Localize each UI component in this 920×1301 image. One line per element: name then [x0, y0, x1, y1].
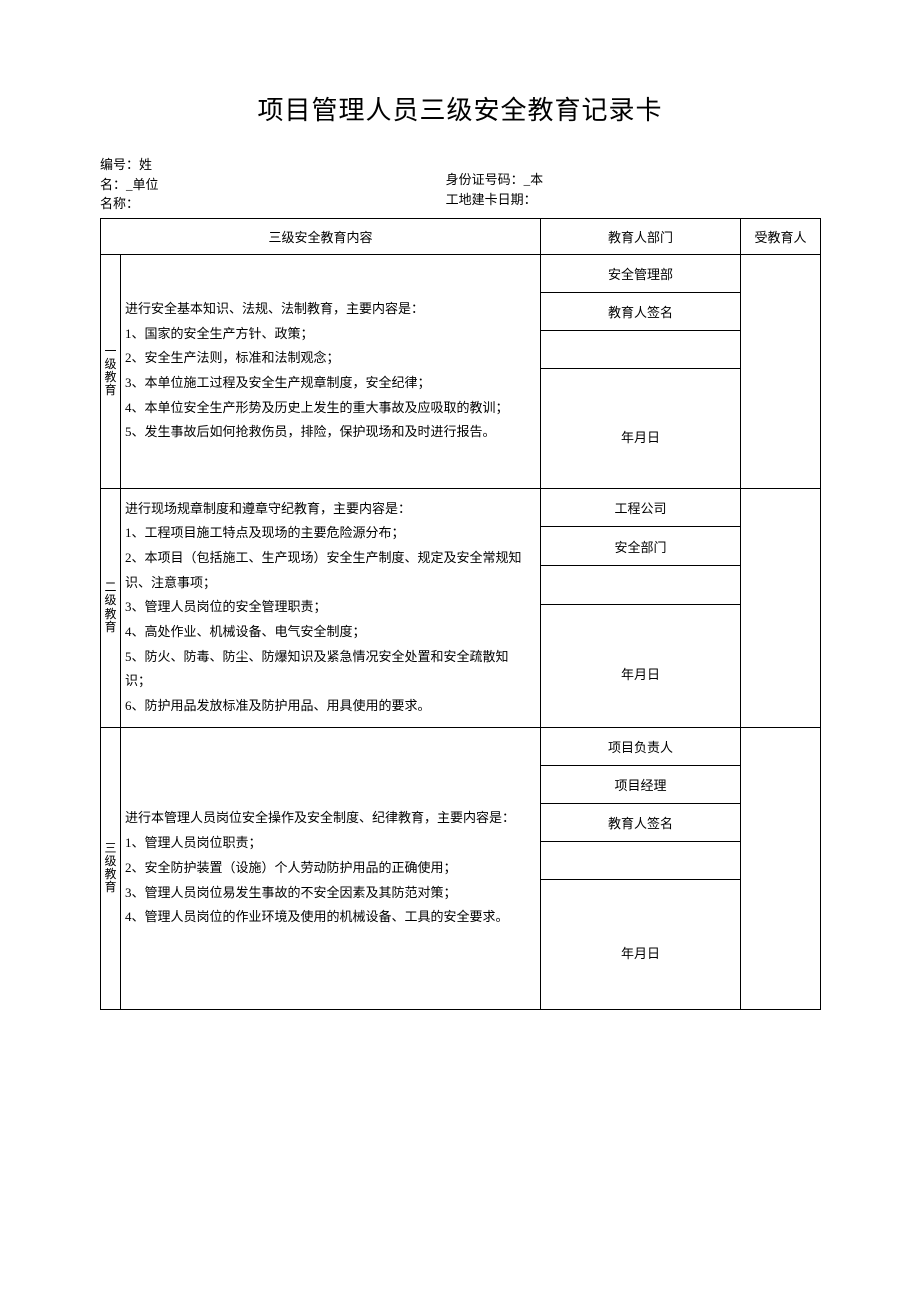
person-cell: [741, 727, 821, 1009]
dept-cell: 项目负责人: [541, 727, 741, 765]
date-cell: 年月日: [541, 368, 741, 488]
person-cell: [741, 488, 821, 727]
header-content: 三级安全教育内容: [101, 218, 541, 254]
level2-content: 进行现场规章制度和遵章守纪教育，主要内容是： 1、工程项目施工特点及现场的主要危…: [121, 488, 541, 727]
page-title: 项目管理人员三级安全教育记录卡: [100, 90, 820, 127]
dept-cell: [541, 841, 741, 879]
dept-cell: 安全管理部: [541, 254, 741, 292]
table-header-row: 三级安全教育内容 教育人部门 受教育人: [101, 218, 821, 254]
date-cell: 年月日: [541, 604, 741, 727]
person-cell: [741, 254, 821, 488]
dept-cell: 安全部门: [541, 527, 741, 566]
level3-label: 三级教育: [101, 727, 121, 1009]
table-row: 一级教育 进行安全基本知识、法规、法制教育，主要内容是： 1、国家的安全生产方针…: [101, 254, 821, 292]
level2-label: 二级教育: [101, 488, 121, 727]
meta-line: 名：_单位: [100, 175, 446, 195]
record-table: 三级安全教育内容 教育人部门 受教育人 一级教育 进行安全基本知识、法规、法制教…: [100, 218, 821, 1010]
header-dept: 教育人部门: [541, 218, 741, 254]
meta-line: 名称：: [100, 194, 446, 214]
dept-cell: [541, 330, 741, 368]
meta-left: 编号：姓 名：_单位 名称：: [100, 155, 446, 214]
dept-cell: 教育人签名: [541, 292, 741, 330]
meta-line: 工地建卡日期：: [446, 190, 820, 210]
level1-label: 一级教育: [101, 254, 121, 488]
dept-cell: 教育人签名: [541, 803, 741, 841]
dept-cell: [541, 566, 741, 605]
meta-line: 编号：姓: [100, 155, 446, 175]
date-cell: 年月日: [541, 879, 741, 1009]
meta-right: 身份证号码：_本 工地建卡日期：: [446, 155, 820, 214]
dept-cell: 工程公司: [541, 488, 741, 527]
level3-content: 进行本管理人员岗位安全操作及安全制度、纪律教育，主要内容是： 1、管理人员岗位职…: [121, 727, 541, 1009]
header-person: 受教育人: [741, 218, 821, 254]
page: 项目管理人员三级安全教育记录卡 编号：姓 名：_单位 名称： 身份证号码：_本 …: [0, 0, 920, 1301]
level1-content: 进行安全基本知识、法规、法制教育，主要内容是： 1、国家的安全生产方针、政策； …: [121, 254, 541, 488]
table-row: 二级教育 进行现场规章制度和遵章守纪教育，主要内容是： 1、工程项目施工特点及现…: [101, 488, 821, 527]
dept-cell: 项目经理: [541, 765, 741, 803]
meta-block: 编号：姓 名：_单位 名称： 身份证号码：_本 工地建卡日期：: [100, 155, 820, 214]
table-row: 三级教育 进行本管理人员岗位安全操作及安全制度、纪律教育，主要内容是： 1、管理…: [101, 727, 821, 765]
meta-line: 身份证号码：_本: [446, 170, 820, 190]
